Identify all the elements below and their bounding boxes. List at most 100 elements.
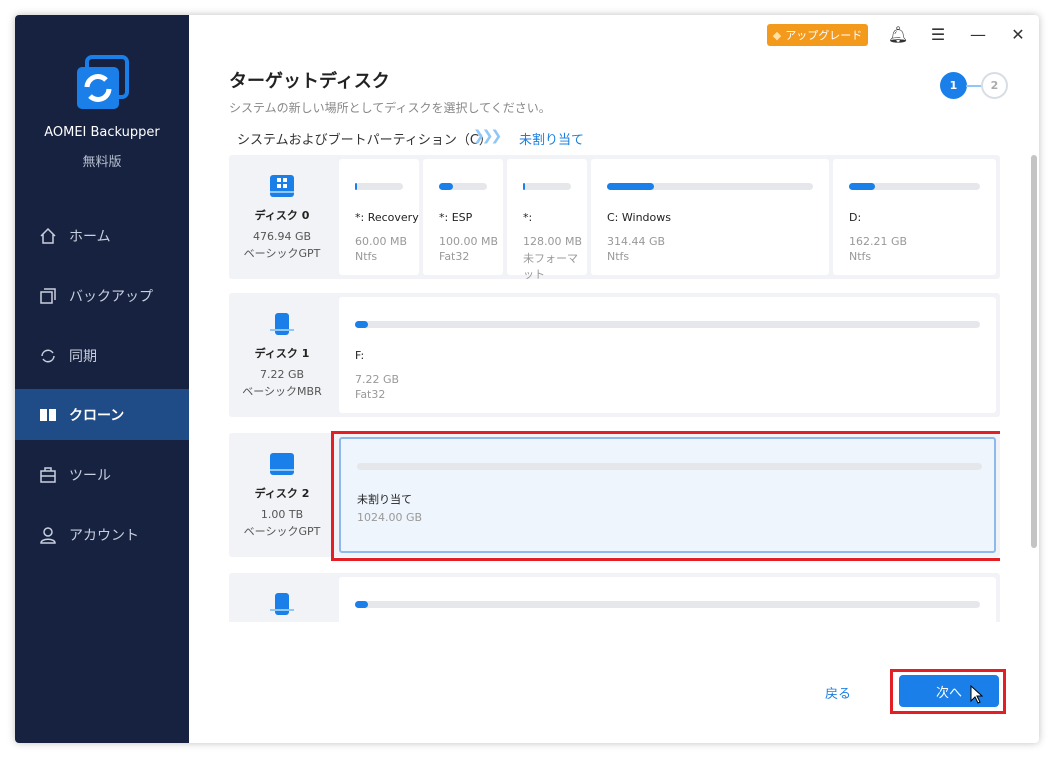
legend-system: システムおよびブートパーティション（C）: [237, 133, 492, 148]
nav-backup[interactable]: バックアップ: [15, 270, 189, 321]
partition-card[interactable]: *: ESP 100.00 MB Fat32: [423, 159, 503, 275]
upgrade-button[interactable]: ◆ アップグレード: [767, 24, 868, 46]
partition-fs: Fat32: [355, 388, 386, 401]
usage-bar: [607, 183, 813, 190]
disk-row[interactable]: [229, 573, 1000, 622]
partition-fs: Fat32: [439, 250, 470, 263]
partition-name: C: Windows: [607, 211, 671, 224]
disk-row[interactable]: ディスク 0 476.94 GB ベーシックGPT *: Recovery 60.…: [229, 155, 1000, 281]
usage-bar: [355, 601, 980, 608]
partition-size: 162.21 GB: [849, 235, 908, 248]
next-label: 次へ: [935, 685, 962, 701]
usage-fill: [523, 183, 526, 190]
step-2: 2: [981, 72, 1008, 99]
disk-size: 1.00 TB: [260, 508, 304, 521]
disk-type: ベーシックGPT: [243, 525, 321, 538]
partition-card[interactable]: *: Recovery 60.00 MB Ntfs: [339, 159, 419, 275]
disk-info: ディスク 1 7.22 GB ベーシックMBR: [229, 293, 335, 417]
usage-bar: [849, 183, 980, 190]
usb-drive-icon: [270, 313, 294, 335]
hdd-icon: [270, 453, 294, 475]
scrollbar[interactable]: [1031, 155, 1037, 548]
app-name: AOMEI Backupper: [44, 125, 160, 140]
upgrade-label: アップグレード: [785, 29, 863, 42]
disk-info: ディスク 2 1.00 TB ベーシックGPT: [229, 433, 335, 557]
usage-fill: [607, 183, 655, 190]
disk-type: ベーシックGPT: [243, 247, 321, 260]
bell-icon[interactable]: 🔔︎: [887, 25, 909, 47]
usage-bar: [439, 183, 487, 190]
partition-fs: Ntfs: [849, 250, 872, 263]
partition-name: *:: [523, 211, 533, 224]
usage-fill: [355, 183, 358, 190]
app-logo-icon: [77, 55, 129, 109]
usage-bar: [355, 183, 403, 190]
app-edition: 無料版: [82, 155, 122, 170]
disk-windows-icon: [270, 175, 294, 197]
disk-row[interactable]: ディスク 1 7.22 GB ベーシックMBR F: 7.22 GB Fat32: [229, 293, 1000, 417]
usage-fill: [439, 183, 454, 190]
nav-sync[interactable]: 同期: [15, 330, 189, 381]
disk-size: 7.22 GB: [259, 368, 305, 381]
nav-home[interactable]: ホーム: [15, 210, 189, 261]
backup-icon: [40, 287, 56, 304]
partition-card[interactable]: [339, 577, 996, 622]
legend-unallocated: 未割り当て: [519, 133, 585, 148]
disk-name: ディスク 0: [254, 209, 310, 222]
partition-card[interactable]: D: 162.21 GB Ntfs: [833, 159, 996, 275]
usage-fill: [355, 601, 368, 608]
partition-size: 7.22 GB: [355, 373, 400, 386]
nav-account[interactable]: アカウント: [15, 509, 189, 560]
minimize-icon[interactable]: —: [967, 25, 989, 47]
partition-size: 128.00 MB: [523, 235, 583, 248]
disk-list: ディスク 0 476.94 GB ベーシックGPT *: Recovery 60.…: [229, 155, 1000, 622]
diamond-icon: ◆: [772, 28, 782, 42]
user-icon: [40, 526, 56, 544]
page-title: ターゲットディスク: [229, 71, 390, 92]
partition-size: 314.44 GB: [607, 235, 666, 248]
usage-bar: [355, 321, 980, 328]
partition-fs: Ntfs: [607, 250, 630, 263]
partition-name: F:: [355, 349, 365, 362]
disk-info: [229, 573, 335, 622]
partition-name: D:: [849, 211, 862, 224]
sidebar: AOMEI Backupper 無料版 ホーム バックアップ 同期 クローン ツ…: [15, 15, 189, 743]
usb-drive-icon: [270, 593, 294, 615]
usage-fill: [355, 321, 368, 328]
nav-label: ツール: [69, 467, 111, 484]
close-icon[interactable]: ✕: [1007, 25, 1029, 47]
usage-fill: [849, 183, 876, 190]
highlight-target: [331, 431, 1000, 561]
nav-label: クローン: [69, 407, 125, 424]
partition-fs: Ntfs: [355, 250, 378, 263]
nav-label: ホーム: [69, 228, 111, 245]
cursor-icon: [970, 685, 984, 704]
menu-icon[interactable]: ☰: [927, 25, 949, 47]
sync-icon: [41, 349, 55, 362]
partition-size: 100.00 MB: [439, 235, 499, 248]
partition-fs: 未フォーマット: [523, 252, 578, 281]
app-window: AOMEI Backupper 無料版 ホーム バックアップ 同期 クローン ツ…: [15, 15, 1039, 743]
partition-card[interactable]: C: Windows 314.44 GB Ntfs: [591, 159, 829, 275]
disk-info: ディスク 0 476.94 GB ベーシックGPT: [229, 155, 335, 279]
toolbox-icon: [40, 466, 56, 483]
partition-name: *: ESP: [439, 211, 473, 224]
partition-card[interactable]: *: 128.00 MB 未フォーマット: [507, 159, 587, 281]
disk-type: ベーシックMBR: [242, 385, 322, 398]
disk-size: 476.94 GB: [252, 230, 312, 243]
partition-size: 60.00 MB: [355, 235, 408, 248]
disk-row[interactable]: ディスク 2 1.00 TB ベーシックGPT 未割り当て 1024.00 GB: [229, 431, 1000, 561]
clone-icon: [40, 408, 56, 421]
usage-bar: [523, 183, 571, 190]
nav-clone[interactable]: クローン: [15, 389, 189, 440]
page-subtitle: システムの新しい場所としてディスクを選択してください。: [229, 101, 551, 115]
partition-name: *: Recovery: [355, 211, 419, 224]
nav-tools[interactable]: ツール: [15, 449, 189, 500]
partition-card[interactable]: F: 7.22 GB Fat32: [339, 297, 996, 413]
nav-label: 同期: [69, 348, 97, 365]
next-button[interactable]: 次へ: [899, 675, 999, 707]
back-button[interactable]: 戻る: [825, 683, 851, 702]
nav-label: バックアップ: [69, 288, 153, 305]
step-connector: [966, 85, 982, 87]
nav-label: アカウント: [69, 527, 139, 544]
